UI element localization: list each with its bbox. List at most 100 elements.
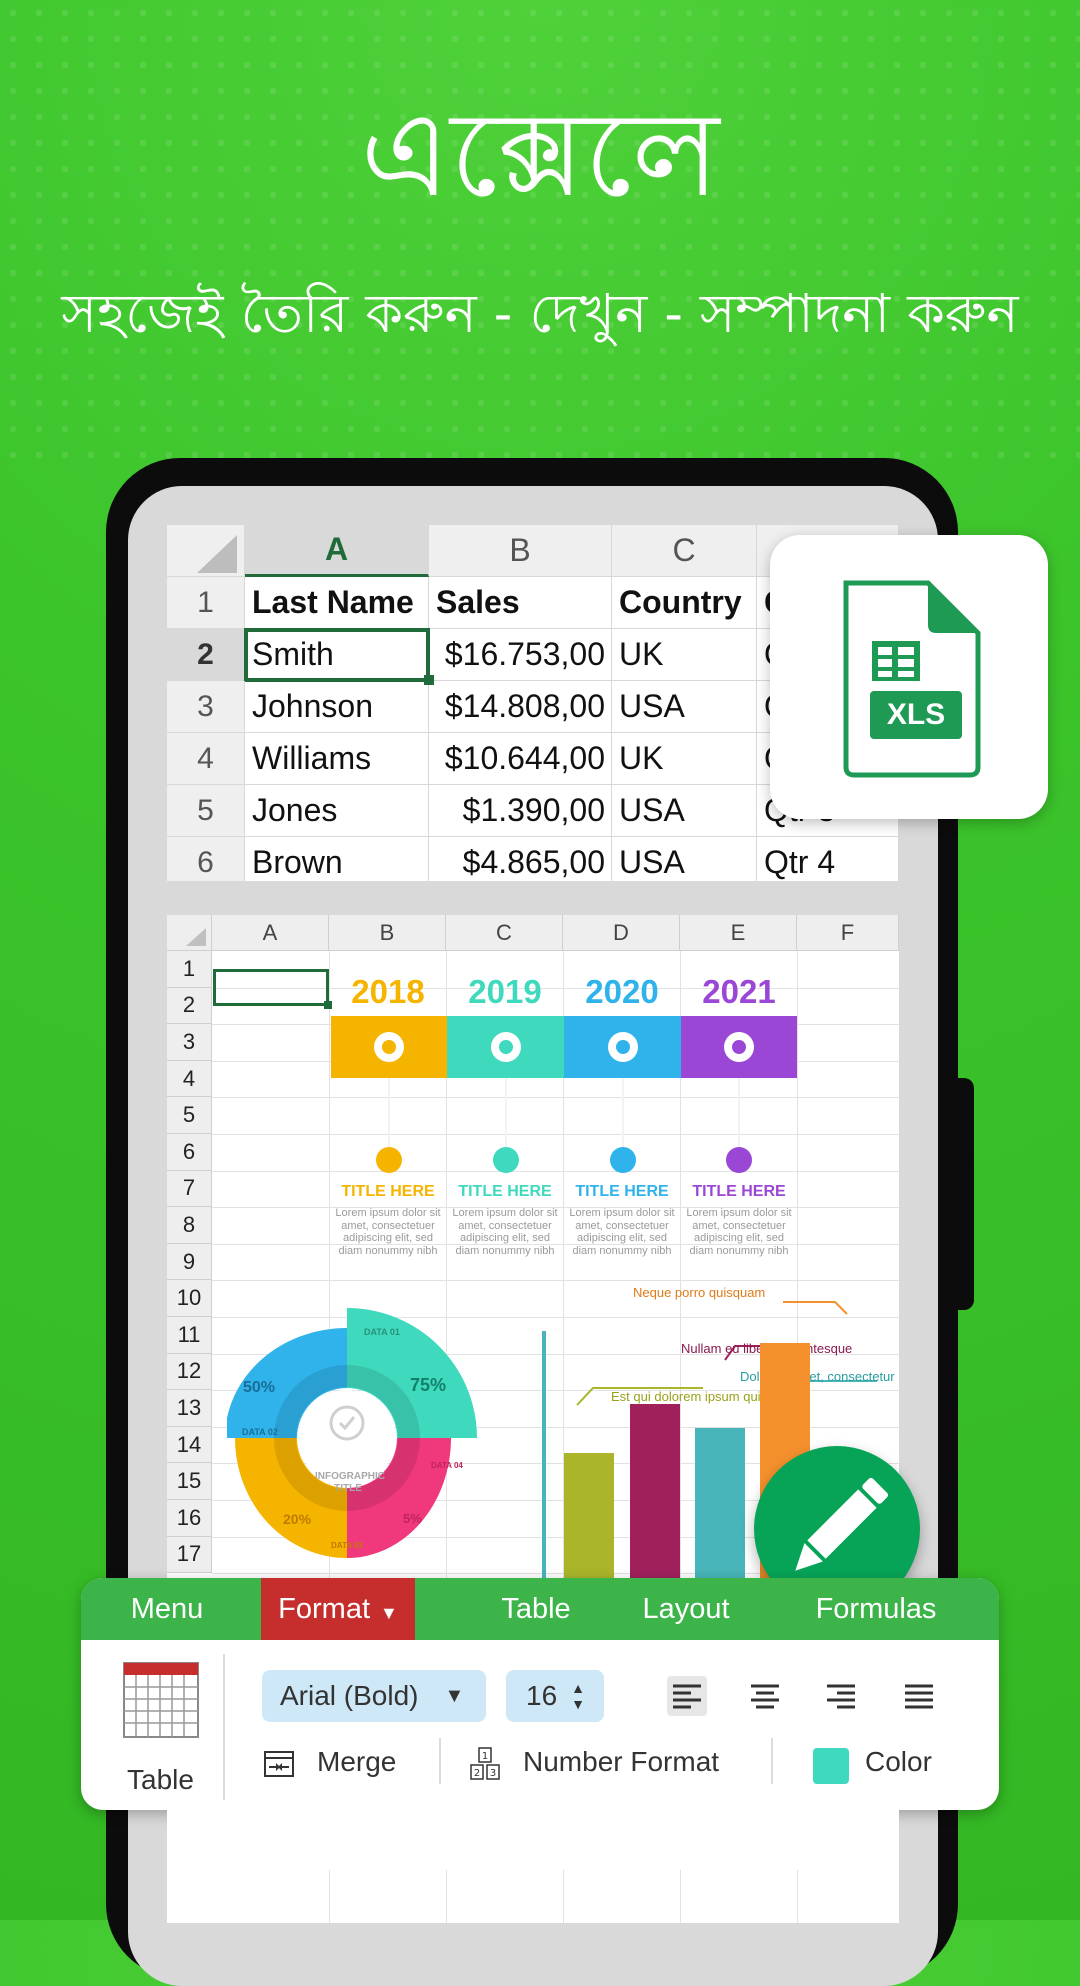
cell[interactable]: $4.865,00 <box>429 837 612 881</box>
cell[interactable]: Brown <box>245 837 429 881</box>
timeline-text: Lorem ipsum dolor sit amet, consectetuer… <box>569 1207 675 1257</box>
row-number[interactable]: 9 <box>167 1243 212 1281</box>
cell[interactable]: USA <box>612 681 757 733</box>
cell[interactable]: USA <box>612 785 757 837</box>
row-number[interactable]: 16 <box>167 1500 212 1537</box>
font-size-stepper[interactable]: 16 ▲ ▼ <box>506 1670 604 1722</box>
row-number[interactable]: 1 <box>167 951 212 988</box>
select-all-corner-lower[interactable] <box>167 915 212 951</box>
grid-line <box>212 1170 899 1172</box>
cell[interactable]: Sales <box>429 577 612 629</box>
select-all-corner[interactable] <box>167 525 245 577</box>
donut-center-title: INFOGRAPHIC TITLE <box>315 1471 385 1494</box>
row-number[interactable]: 8 <box>167 1207 212 1244</box>
bar <box>695 1428 745 1587</box>
row-number[interactable]: 12 <box>167 1353 212 1391</box>
tab-menu[interactable]: Menu <box>97 1578 237 1640</box>
number-format-button[interactable]: 1 2 3 Number Format <box>469 1738 759 1790</box>
cell[interactable]: Smith <box>244 628 430 682</box>
align-justify-icon <box>905 1684 933 1709</box>
timeline-connector <box>388 1078 390 1148</box>
row-number[interactable]: 14 <box>167 1426 212 1464</box>
align-right-button[interactable] <box>821 1676 861 1716</box>
cell[interactable]: $1.390,00 <box>429 785 612 837</box>
selection-handle[interactable] <box>424 675 434 685</box>
align-left-button[interactable] <box>667 1676 707 1716</box>
number-format-icon: 1 2 3 <box>470 1747 500 1780</box>
cell[interactable]: UK <box>612 629 757 681</box>
tab-formulas[interactable]: Formulas <box>791 1578 961 1640</box>
row-number[interactable]: 5 <box>167 1097 212 1134</box>
row-number[interactable]: 3 <box>167 1024 212 1061</box>
row-number[interactable]: 17 <box>167 1536 212 1574</box>
font-name-select[interactable]: Arial (Bold) ▼ <box>262 1670 486 1722</box>
cell[interactable]: USA <box>612 837 757 881</box>
timeline-text: Lorem ipsum dolor sit amet, consectetuer… <box>335 1207 441 1257</box>
row-number[interactable]: 2 <box>167 629 245 681</box>
dropdown-arrow-icon: ▼ <box>444 1684 465 1707</box>
number-format-label: Number Format <box>523 1746 720 1777</box>
cell[interactable]: Qtr 4 <box>757 837 899 881</box>
align-justify-button[interactable] <box>899 1676 939 1716</box>
row-number[interactable]: 1 <box>167 577 245 629</box>
column-header[interactable]: F <box>797 915 899 951</box>
format-toolbar: Menu Format ▼ Table Layout Formulas Tabl… <box>81 1578 999 1810</box>
row-number[interactable]: 4 <box>167 1060 212 1098</box>
grid-line <box>212 1280 899 1282</box>
donut-label: DATA 01 <box>364 1327 400 1337</box>
font-size-value: 16 <box>526 1680 558 1711</box>
xls-label: XLS <box>886 698 946 731</box>
bar <box>630 1404 680 1587</box>
color-label: Color <box>865 1746 932 1777</box>
sheet-bottom-area <box>167 1810 899 1870</box>
row-number[interactable]: 13 <box>167 1390 212 1427</box>
row-number[interactable]: 2 <box>167 987 212 1025</box>
align-center-button[interactable] <box>745 1676 785 1716</box>
column-header-b[interactable]: B <box>429 525 612 577</box>
cell[interactable]: $14.808,00 <box>429 681 612 733</box>
row-number[interactable]: 5 <box>167 785 245 837</box>
column-header[interactable]: B <box>329 915 446 951</box>
column-header-a[interactable]: A <box>245 525 429 577</box>
font-name-value: Arial (Bold) <box>280 1680 419 1711</box>
row-number[interactable]: 15 <box>167 1463 212 1500</box>
merge-label: Merge <box>317 1746 397 1777</box>
donut-label: DATA 02 <box>242 1427 278 1437</box>
column-header[interactable]: D <box>563 915 680 951</box>
xls-file-icon <box>843 580 981 778</box>
row-number[interactable]: 6 <box>167 1134 212 1171</box>
cell[interactable]: Williams <box>245 733 429 785</box>
cell[interactable]: Last Name <box>245 577 429 629</box>
row-number[interactable]: 10 <box>167 1280 212 1317</box>
timeline-text: Lorem ipsum dolor sit amet, consectetuer… <box>452 1207 558 1257</box>
timeline-pin-icon <box>724 1032 754 1062</box>
cell[interactable]: UK <box>612 733 757 785</box>
column-header-c[interactable]: C <box>612 525 757 577</box>
timeline-text: Lorem ipsum dolor sit amet, consectetuer… <box>686 1207 792 1257</box>
cell[interactable]: $16.753,00 <box>429 629 612 681</box>
timeline-title: TITLE HERE <box>458 1183 552 1200</box>
donut-pct: 5% <box>403 1511 422 1526</box>
timeline-pin-icon <box>491 1032 521 1062</box>
color-button[interactable]: Color <box>809 1738 959 1790</box>
column-header[interactable]: E <box>680 915 797 951</box>
column-header[interactable]: A <box>212 915 329 951</box>
column-header[interactable]: C <box>446 915 563 951</box>
selected-cell-a1[interactable] <box>213 969 329 1006</box>
merge-button[interactable]: Merge <box>259 1738 429 1790</box>
table-button[interactable]: Table <box>101 1658 221 1798</box>
cell[interactable]: Jones <box>245 785 429 837</box>
tab-format[interactable]: Format ▼ <box>261 1578 415 1640</box>
tab-table[interactable]: Table <box>461 1578 611 1640</box>
tab-layout[interactable]: Layout <box>611 1578 761 1640</box>
cell[interactable]: Country <box>612 577 757 629</box>
row-number[interactable]: 7 <box>167 1170 212 1208</box>
bar-note: Est qui dolorem ipsum quia <box>611 1389 768 1404</box>
row-number[interactable]: 4 <box>167 733 245 785</box>
row-number[interactable]: 11 <box>167 1317 212 1354</box>
row-number[interactable]: 6 <box>167 837 245 881</box>
row-number[interactable]: 3 <box>167 681 245 733</box>
cell[interactable]: $10.644,00 <box>429 733 612 785</box>
donut-label: DATA 03 <box>331 1541 363 1550</box>
cell[interactable]: Johnson <box>245 681 429 733</box>
